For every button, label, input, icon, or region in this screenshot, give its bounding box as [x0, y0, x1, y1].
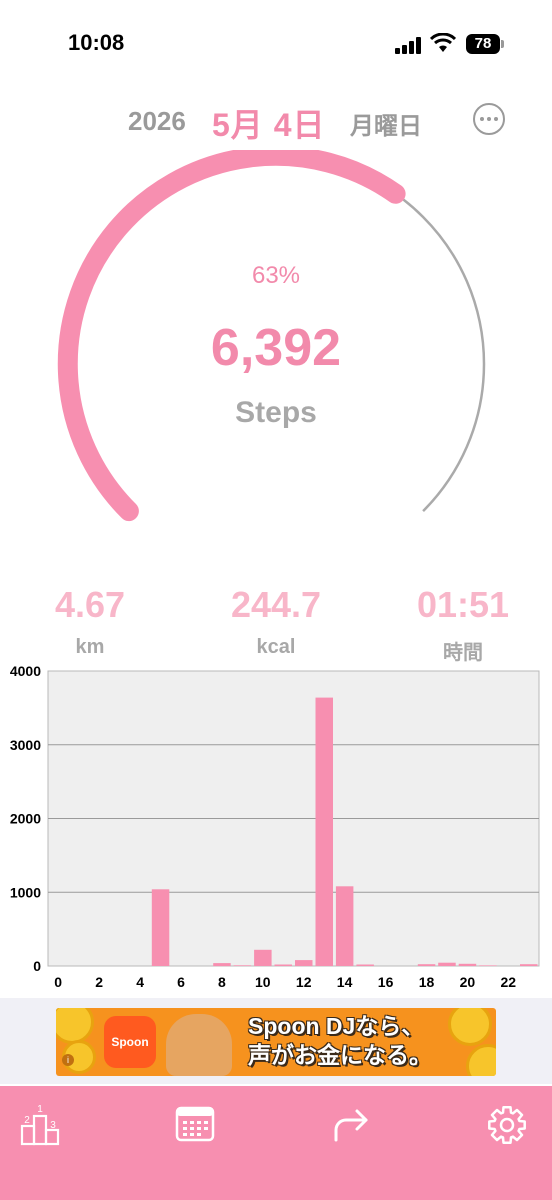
- status-bar: 10:08 78: [0, 0, 552, 90]
- chart-bar: [438, 962, 456, 966]
- more-options-icon[interactable]: [473, 103, 505, 135]
- x-tick-label: 4: [136, 974, 144, 990]
- ad-text: Spoon DJなら、 声がお金になる。: [248, 1012, 488, 1070]
- duration-value: 01:51: [416, 584, 510, 625]
- chart-bar: [295, 960, 313, 966]
- svg-text:1: 1: [37, 1104, 43, 1115]
- calendar-icon[interactable]: [172, 1102, 218, 1148]
- chart-bar: [335, 886, 354, 966]
- stat-calories: 244.7 kcal: [184, 584, 368, 659]
- calories-value: 244.7: [230, 584, 322, 625]
- x-tick-label: 22: [501, 974, 517, 990]
- y-tick-label: 4000: [10, 663, 41, 679]
- svg-text:2: 2: [24, 1115, 30, 1126]
- wifi-icon: [430, 33, 456, 52]
- battery-cap: [501, 40, 504, 48]
- x-tick-label: 10: [255, 974, 271, 990]
- x-tick-label: 16: [378, 974, 394, 990]
- status-time: 10:08: [68, 30, 125, 55]
- date-header: 2026 5月 4日 月曜日: [0, 100, 552, 143]
- spoon-logo: Spoon: [104, 1016, 156, 1068]
- chart-bar: [417, 964, 436, 966]
- steps-label: Steps: [235, 396, 317, 429]
- share-icon[interactable]: [328, 1102, 374, 1148]
- year-label: 2026: [128, 106, 186, 136]
- chart-bar: [479, 965, 497, 966]
- tab-bar: 1 2 3: [0, 1086, 552, 1200]
- x-tick-label: 14: [337, 974, 353, 990]
- coin-icon: [56, 1008, 94, 1044]
- svg-text:3: 3: [50, 1120, 56, 1131]
- cellular-signal-icon: [395, 36, 423, 54]
- chart-bar: [274, 964, 292, 966]
- month-day-label[interactable]: 5月 4日: [212, 100, 326, 146]
- weekday-label: 月曜日: [350, 113, 422, 140]
- x-tick-label: 2: [95, 974, 103, 990]
- y-tick-label: 3000: [10, 737, 41, 753]
- chart-bar: [356, 964, 374, 966]
- x-tick-label: 20: [460, 974, 476, 990]
- chart-bar: [213, 963, 231, 967]
- x-tick-label: 12: [296, 974, 312, 990]
- y-tick-label: 2000: [10, 811, 41, 827]
- stat-distance: 4.67 km: [0, 584, 182, 659]
- y-tick-label: 1000: [10, 884, 41, 900]
- y-tick-label: 0: [33, 958, 41, 974]
- stat-duration: 01:51 時間: [371, 584, 552, 665]
- step-count: 6,392: [210, 319, 342, 377]
- x-tick-label: 18: [419, 974, 435, 990]
- distance-unit: km: [75, 636, 105, 658]
- chart-bar: [458, 963, 477, 966]
- ad-line-1: Spoon DJなら、: [248, 1013, 425, 1039]
- x-tick-label: 8: [218, 974, 226, 990]
- ad-info-icon[interactable]: i: [62, 1054, 74, 1066]
- ad-line-2: 声がお金になる。: [248, 1042, 432, 1068]
- distance-value: 4.67: [54, 584, 126, 625]
- progress-percent: 63%: [251, 262, 301, 289]
- battery-icon: 78: [466, 34, 500, 54]
- dog-mascot-icon: [166, 1014, 232, 1076]
- hourly-steps-chart: 0 1000 2000 3000 4000 0 2 4 6 8 10 12 14 16 18 20 22: [10, 663, 540, 990]
- ranking-podium-icon[interactable]: 1 2 3: [18, 1102, 64, 1148]
- ad-banner-area: Spoon Spoon DJなら、 声がお金になる。 i: [0, 998, 552, 1084]
- chart-bar: [254, 949, 272, 966]
- chart-bar: [520, 964, 538, 966]
- x-tick-label: 0: [54, 974, 62, 990]
- ad-banner[interactable]: Spoon Spoon DJなら、 声がお金になる。 i: [56, 1008, 496, 1076]
- x-tick-label: 6: [177, 974, 185, 990]
- settings-gear-icon[interactable]: [484, 1102, 530, 1148]
- chart-bar: [315, 697, 333, 966]
- chart-bar: [233, 965, 252, 966]
- calories-unit: kcal: [256, 636, 296, 658]
- chart-bar: [151, 889, 170, 966]
